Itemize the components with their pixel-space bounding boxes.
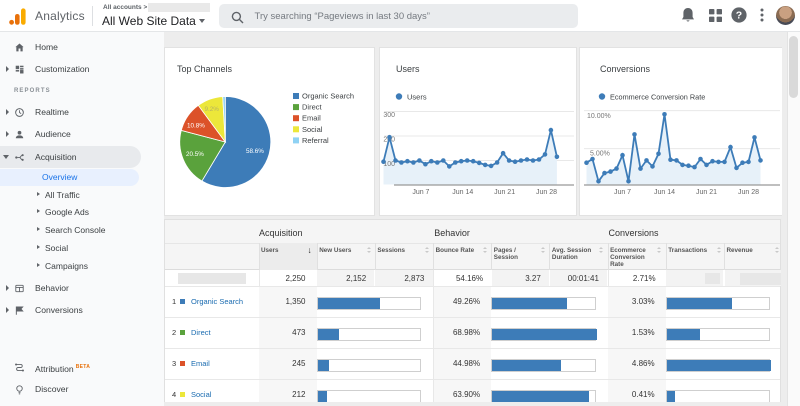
svg-text:Jun 21: Jun 21 bbox=[494, 189, 515, 196]
svg-text:Direct: Direct bbox=[302, 103, 323, 112]
svg-text:Jun 14: Jun 14 bbox=[452, 189, 473, 196]
svg-text:Jun 21: Jun 21 bbox=[696, 189, 717, 196]
svg-text:Referral: Referral bbox=[302, 136, 329, 145]
svg-text:Users: Users bbox=[407, 93, 427, 102]
svg-text:5.00%: 5.00% bbox=[590, 151, 610, 158]
svg-text:Jun 28: Jun 28 bbox=[738, 189, 759, 196]
svg-text:9.2%: 9.2% bbox=[205, 106, 220, 113]
svg-text:300: 300 bbox=[383, 112, 395, 119]
svg-text:?: ? bbox=[736, 10, 742, 22]
svg-text:20.5%: 20.5% bbox=[186, 151, 204, 158]
svg-text:10.8%: 10.8% bbox=[187, 123, 205, 130]
svg-text:Jun 28: Jun 28 bbox=[536, 189, 557, 196]
svg-text:Email: Email bbox=[302, 114, 321, 123]
svg-text:Ecommerce Conversion Rate: Ecommerce Conversion Rate bbox=[610, 93, 705, 102]
svg-text:Jun 14: Jun 14 bbox=[654, 189, 675, 196]
svg-text:Jun 7: Jun 7 bbox=[412, 189, 429, 196]
svg-text:58.6%: 58.6% bbox=[246, 148, 264, 155]
svg-text:Jun 7: Jun 7 bbox=[614, 189, 631, 196]
svg-text:10.00%: 10.00% bbox=[587, 113, 611, 120]
svg-text:Organic Search: Organic Search bbox=[302, 92, 354, 101]
svg-text:Social: Social bbox=[302, 125, 323, 134]
